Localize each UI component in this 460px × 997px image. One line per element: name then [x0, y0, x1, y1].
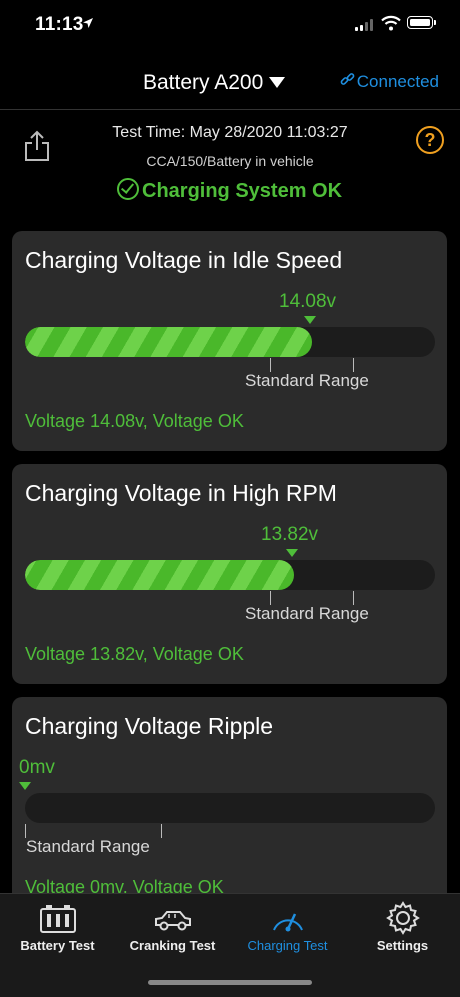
voltage-bar	[25, 560, 435, 590]
nav-bar: Battery A200 Connected	[0, 55, 460, 110]
test-time: Test Time: May 28/2020 11:03:27	[112, 124, 348, 141]
device-selector[interactable]: Battery A200	[143, 71, 263, 95]
reading-pointer-icon	[19, 782, 31, 790]
standard-range-label: Standard Range	[245, 371, 369, 390]
help-icon[interactable]: ?	[416, 126, 444, 154]
voltage-reading: 14.08v	[279, 291, 337, 312]
ripple-bar	[25, 793, 435, 823]
battery-test-icon	[39, 905, 76, 933]
cellular-signal-icon	[355, 19, 375, 31]
range-start-tick	[25, 824, 26, 838]
battery-status-icon	[407, 16, 436, 29]
range-start-tick	[270, 358, 271, 372]
gauge-icon	[272, 913, 303, 932]
range-end-tick	[161, 824, 162, 838]
connection-label: Connected	[356, 72, 439, 91]
connection-status[interactable]: Connected	[340, 72, 439, 92]
check-circle-icon	[117, 178, 139, 200]
voltage-bar-fill	[25, 327, 312, 357]
tab-charging-test[interactable]: Charging Test	[230, 894, 345, 974]
wifi-icon	[381, 15, 401, 31]
high-rpm-voltage-card: Charging Voltage in High RPM 13.82v Stan…	[12, 464, 447, 684]
tab-label: Battery Test	[20, 938, 95, 953]
card-title: Charging Voltage Ripple	[25, 713, 274, 739]
overall-status-label: Charging System OK	[142, 180, 343, 202]
reading-pointer-icon	[304, 316, 316, 324]
link-icon	[340, 73, 355, 85]
result-text: Voltage 13.82v, Voltage OK	[25, 644, 244, 664]
home-indicator	[148, 980, 312, 985]
card-title: Charging Voltage in High RPM	[25, 480, 337, 506]
range-end-tick	[353, 358, 354, 372]
tab-battery-test[interactable]: Battery Test	[0, 894, 115, 974]
test-header: Test Time: May 28/2020 11:03:27 CCA/150/…	[0, 110, 460, 220]
voltage-bar-fill	[25, 560, 294, 590]
range-start-tick	[270, 591, 271, 605]
ripple-voltage-card: Charging Voltage Ripple 0mv Standard Ran…	[12, 697, 447, 917]
voltage-reading: 13.82v	[261, 524, 319, 545]
card-title: Charging Voltage in Idle Speed	[25, 247, 343, 273]
car-icon	[154, 911, 191, 931]
overall-status: Charging System OK	[117, 178, 342, 203]
tab-cranking-test[interactable]: Cranking Test	[115, 894, 230, 974]
gear-icon	[385, 901, 420, 935]
result-text: Voltage 14.08v, Voltage OK	[25, 411, 244, 431]
reading-pointer-icon	[286, 549, 298, 557]
voltage-bar	[25, 327, 435, 357]
tab-label: Settings	[376, 938, 429, 953]
status-time: 11:13	[35, 14, 84, 35]
tab-label: Charging Test	[247, 938, 328, 953]
range-end-tick	[353, 591, 354, 605]
tab-label: Cranking Test	[129, 938, 216, 953]
standard-range-label: Standard Range	[245, 604, 369, 623]
idle-voltage-card: Charging Voltage in Idle Speed 14.08v St…	[12, 231, 447, 451]
standard-range-label: Standard Range	[26, 837, 150, 856]
caret-down-icon[interactable]	[269, 77, 285, 88]
tab-settings[interactable]: Settings	[345, 894, 460, 974]
test-info: CCA/150/Battery in vehicle	[146, 153, 314, 169]
status-bar: 11:13	[0, 0, 460, 50]
ripple-reading: 0mv	[19, 757, 55, 778]
location-arrow-icon	[83, 18, 93, 28]
